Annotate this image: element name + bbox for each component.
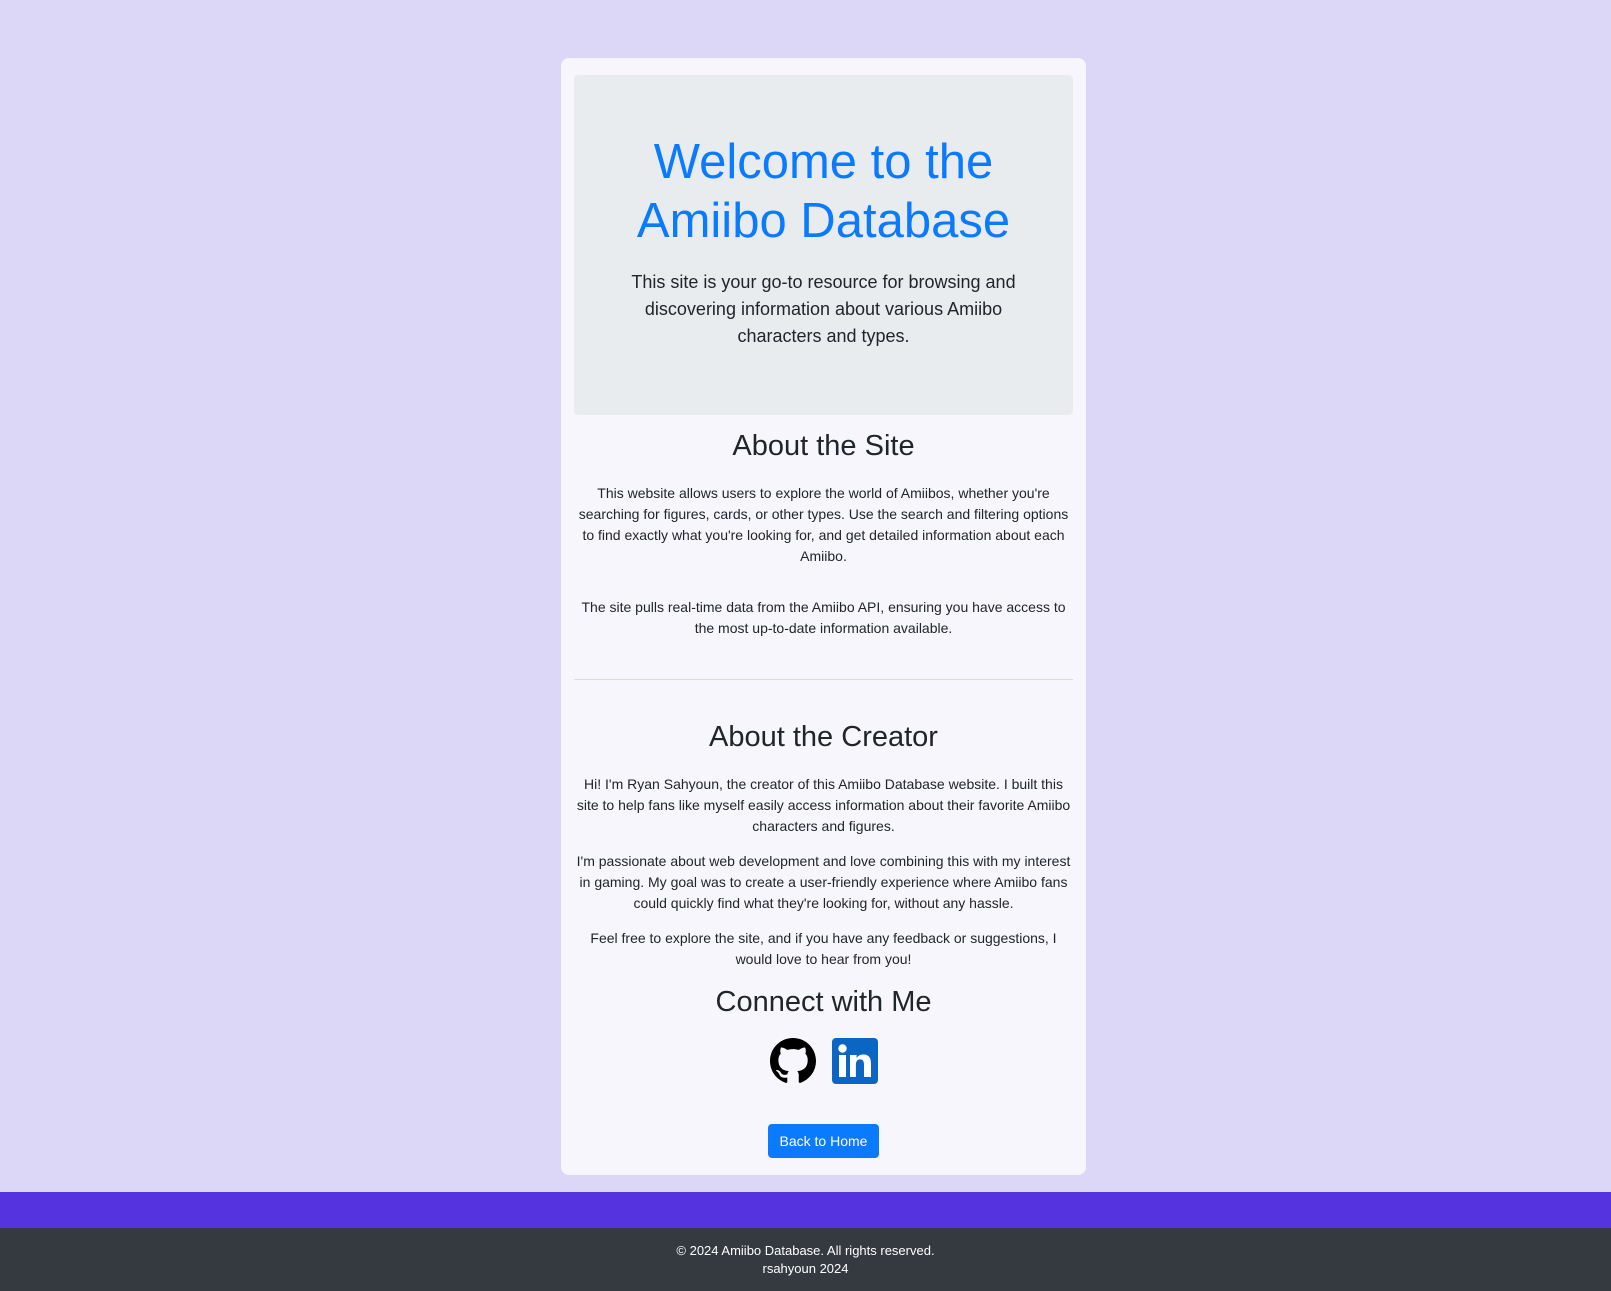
footer-copyright: © 2024 Amiibo Database. All rights reser… [676, 1243, 935, 1258]
page-footer: © 2024 Amiibo Database. All rights reser… [0, 1228, 1611, 1291]
hero-lead: This site is your go-to resource for bro… [631, 272, 1016, 346]
about-creator-paragraph-3: Feel free to explore the site, and if yo… [590, 930, 1057, 967]
about-creator-heading: About the Creator [709, 721, 938, 753]
hero-title: Welcome to the Amiibo Database [636, 135, 1011, 248]
about-site-paragraph-1: This website allows users to explore the… [578, 485, 1069, 564]
about-site-heading: About the Site [732, 430, 915, 462]
back-to-home-button[interactable]: Back to Home [768, 1124, 879, 1158]
about-site-paragraph-2: The site pulls real-time data from the A… [581, 599, 1066, 636]
content-card: Welcome to the Amiibo Database This site… [561, 58, 1086, 1175]
github-link[interactable] [769, 1038, 816, 1084]
footer-credit: rsahyoun 2024 [762, 1261, 849, 1276]
accent-band [0, 1192, 1611, 1228]
github-icon [769, 1038, 816, 1083]
connect-heading: Connect with Me [715, 986, 932, 1018]
about-creator-paragraph-2: I'm passionate about web development and… [576, 853, 1071, 911]
linkedin-icon [831, 1038, 878, 1084]
section-divider [574, 679, 1073, 680]
social-links [561, 1038, 1086, 1084]
about-creator-paragraph-1: Hi! I'm Ryan Sahyoun, the creator of thi… [576, 776, 1071, 834]
linkedin-link[interactable] [831, 1038, 878, 1084]
hero-jumbotron: Welcome to the Amiibo Database This site… [574, 75, 1073, 415]
